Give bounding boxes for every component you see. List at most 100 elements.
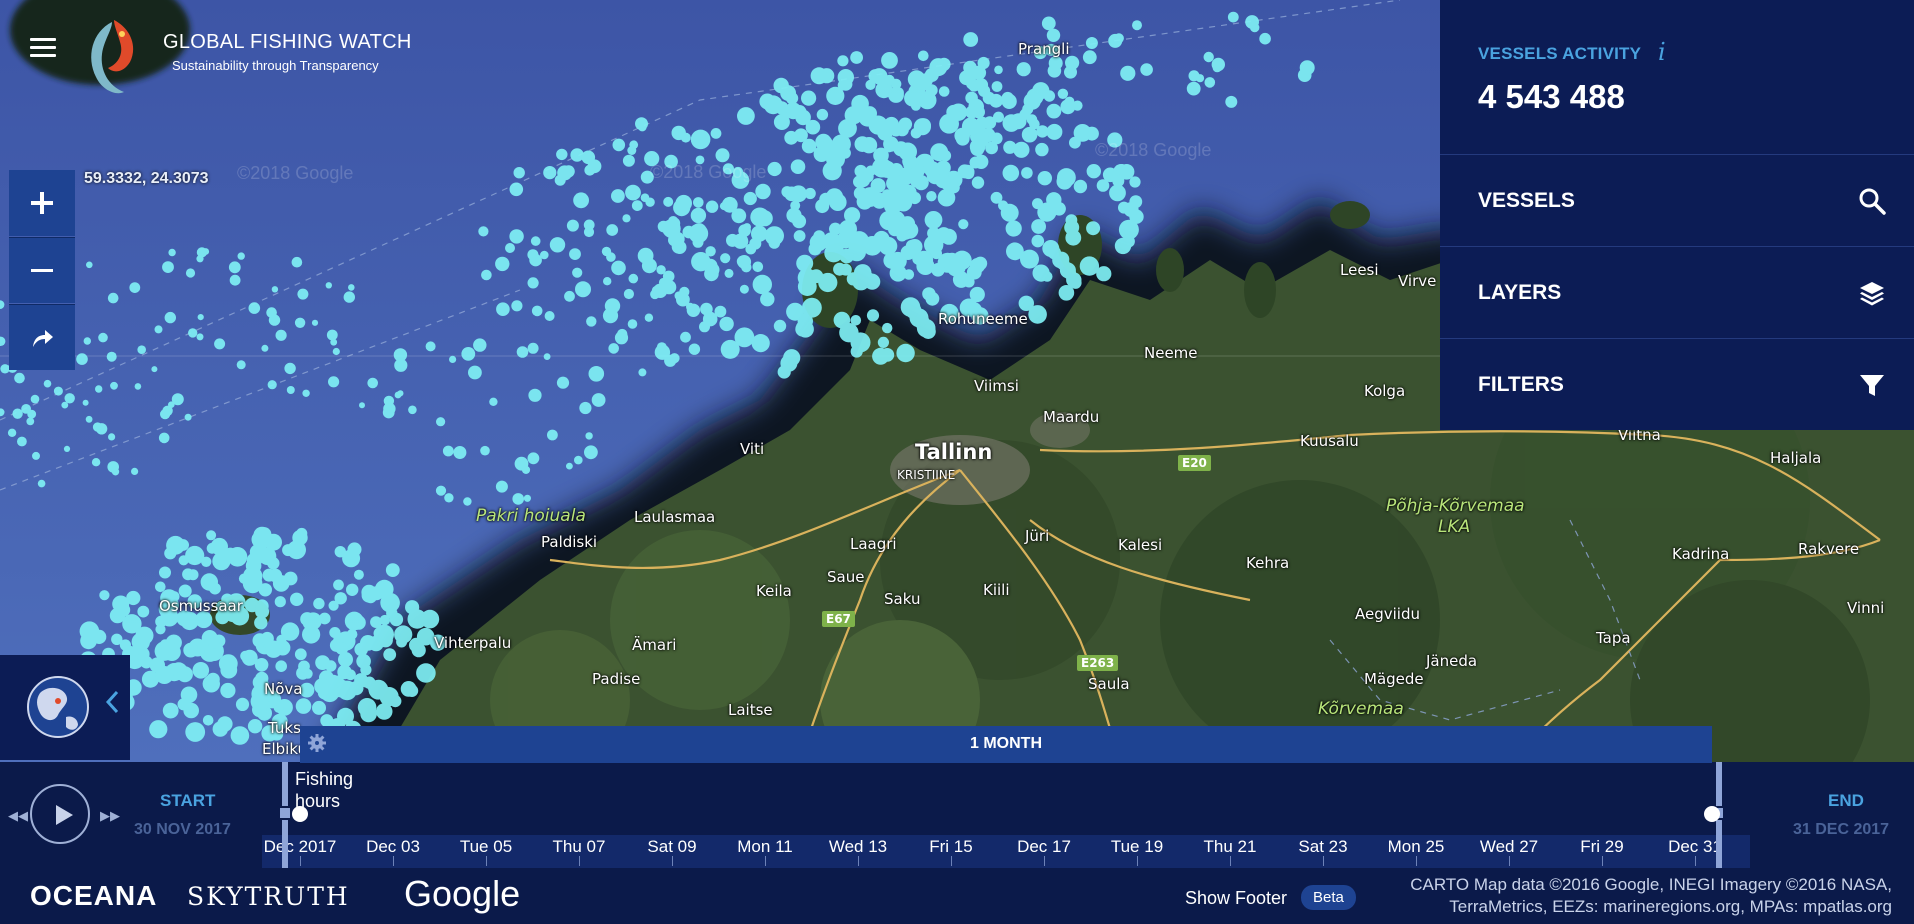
vessel-activity-dot bbox=[888, 87, 904, 103]
vessel-activity-dot bbox=[480, 445, 490, 456]
vessel-activity-dot bbox=[416, 663, 436, 683]
vessel-activity-dot bbox=[442, 445, 454, 457]
share-button[interactable] bbox=[9, 304, 75, 370]
panel-row-filters[interactable]: FILTERS bbox=[1440, 338, 1914, 430]
vessel-activity-dot bbox=[775, 101, 789, 115]
timeline-tick-label: Fri 15 bbox=[929, 837, 973, 856]
place-label: Maardu bbox=[1043, 408, 1100, 426]
vessel-activity-dot bbox=[527, 277, 539, 289]
vessel-activity-dot bbox=[679, 286, 690, 297]
vessel-activity-dot bbox=[334, 592, 347, 605]
vessel-activity-dot bbox=[192, 662, 210, 679]
vessel-activity-dot bbox=[202, 715, 214, 726]
vessel-activity-dot bbox=[444, 493, 454, 503]
vessel-activity-dot bbox=[1016, 62, 1031, 77]
vessel-activity-dot bbox=[739, 284, 749, 294]
partner-oceana-logo[interactable]: OCEANA bbox=[30, 880, 157, 912]
place-label: Jüri bbox=[1025, 527, 1050, 545]
vessel-activity-dot bbox=[585, 432, 593, 440]
step-forward-icon[interactable]: ▶▶ bbox=[100, 808, 120, 824]
vessel-activity-dot bbox=[385, 563, 400, 577]
vessel-activity-dot bbox=[521, 465, 531, 474]
brand-title: GLOBAL FISHING WATCH bbox=[163, 31, 412, 53]
vessel-activity-dot bbox=[82, 399, 89, 406]
zoom-out-button[interactable] bbox=[9, 237, 75, 303]
start-handle-knob[interactable] bbox=[278, 806, 292, 820]
timeline-tick-mark bbox=[1230, 856, 1231, 866]
vessel-activity-dot bbox=[261, 344, 269, 352]
vessel-activity-dot bbox=[751, 334, 770, 353]
vessel-activity-dot bbox=[829, 222, 842, 236]
vessel-activity-dot bbox=[710, 127, 722, 139]
menu-icon[interactable] bbox=[30, 38, 56, 62]
chevron-left-icon[interactable] bbox=[104, 690, 120, 714]
vessel-activity-dot bbox=[935, 173, 950, 189]
vessel-activity-dot bbox=[662, 270, 675, 283]
road-sign: E20 bbox=[1178, 455, 1211, 471]
vessel-activity-dot bbox=[611, 189, 625, 203]
vessel-activity-dot bbox=[556, 148, 568, 161]
vessel-activity-dot bbox=[177, 698, 190, 711]
vessel-activity-dot bbox=[126, 590, 141, 606]
vessel-activity-dot bbox=[271, 286, 279, 293]
vessel-activity-dot bbox=[463, 497, 472, 506]
vessel-activity-dot bbox=[861, 272, 876, 287]
panel-row-layers[interactable]: LAYERS bbox=[1440, 246, 1914, 338]
vessel-activity-dot bbox=[1069, 136, 1081, 149]
vessel-activity-dot bbox=[1259, 32, 1271, 45]
minus-icon bbox=[31, 268, 53, 272]
place-label: Tapa bbox=[1596, 629, 1631, 647]
vessel-activity-dot bbox=[731, 208, 747, 224]
vessel-activity-dot bbox=[759, 93, 776, 110]
timeline-tick-mark bbox=[300, 856, 301, 866]
vessel-activity-dot bbox=[389, 695, 402, 708]
partner-skytruth-logo[interactable]: SKYTRUTH bbox=[187, 882, 350, 911]
timeline-tick-label: Sat 09 bbox=[647, 837, 697, 856]
vessel-activity-dot bbox=[1065, 229, 1082, 246]
end-dot[interactable] bbox=[1704, 806, 1720, 822]
vessel-activity-dot bbox=[755, 183, 771, 200]
vessel-activity-dot bbox=[267, 380, 277, 390]
vessel-activity-dot bbox=[912, 253, 924, 265]
start-date[interactable]: 30 NOV 2017 bbox=[134, 821, 231, 839]
vessel-activity-dot bbox=[737, 107, 755, 125]
vessel-activity-dot bbox=[544, 311, 555, 321]
vessel-activity-dot bbox=[164, 311, 176, 324]
end-date[interactable]: 31 DEC 2017 bbox=[1793, 821, 1889, 839]
step-back-icon[interactable]: ◀◀ bbox=[8, 808, 28, 824]
vessel-activity-dot bbox=[61, 401, 69, 409]
timeline-tick-mark bbox=[1137, 856, 1138, 866]
zoom-in-button[interactable] bbox=[9, 170, 75, 236]
vessel-activity-dot bbox=[606, 224, 619, 236]
vessel-activity-dot bbox=[910, 127, 922, 139]
vessel-activity-dot bbox=[275, 329, 287, 341]
panel-row-vessels[interactable]: VESSELS bbox=[1440, 154, 1914, 246]
vessel-activity-dot bbox=[586, 316, 597, 327]
vessel-activity-dot bbox=[344, 611, 364, 631]
gfw-logo-icon bbox=[91, 20, 134, 94]
vessel-activity-dot bbox=[111, 633, 123, 645]
vessel-activity-dot bbox=[824, 243, 844, 263]
vessel-activity-dot bbox=[837, 55, 849, 67]
vessel-activity-dot bbox=[255, 599, 269, 613]
vessel-activity-dot bbox=[335, 642, 349, 655]
vessel-activity-dot bbox=[738, 224, 751, 237]
vessel-activity-dot bbox=[898, 117, 913, 132]
place-label: Viti bbox=[740, 440, 765, 458]
vessel-activity-dot bbox=[925, 291, 940, 306]
vessel-activity-dot bbox=[248, 720, 260, 733]
range-bar[interactable]: 1 MONTH bbox=[300, 726, 1712, 763]
vessel-activity-dot bbox=[1225, 95, 1238, 108]
map-watermark: ©2018 Google bbox=[1095, 140, 1212, 160]
play-button[interactable] bbox=[30, 784, 90, 844]
show-footer-link[interactable]: Show Footer bbox=[1185, 888, 1287, 909]
partner-google-logo[interactable]: Google bbox=[404, 873, 520, 915]
vessel-activity-dot bbox=[963, 32, 979, 47]
info-icon[interactable]: i bbox=[1658, 38, 1666, 66]
vessel-activity-dot bbox=[168, 248, 176, 257]
vessel-activity-dot bbox=[1032, 264, 1050, 282]
place-label: Saku bbox=[884, 590, 921, 608]
vessel-activity-dot bbox=[608, 343, 619, 354]
start-dot[interactable] bbox=[292, 806, 308, 822]
place-label: Padise bbox=[592, 670, 641, 688]
